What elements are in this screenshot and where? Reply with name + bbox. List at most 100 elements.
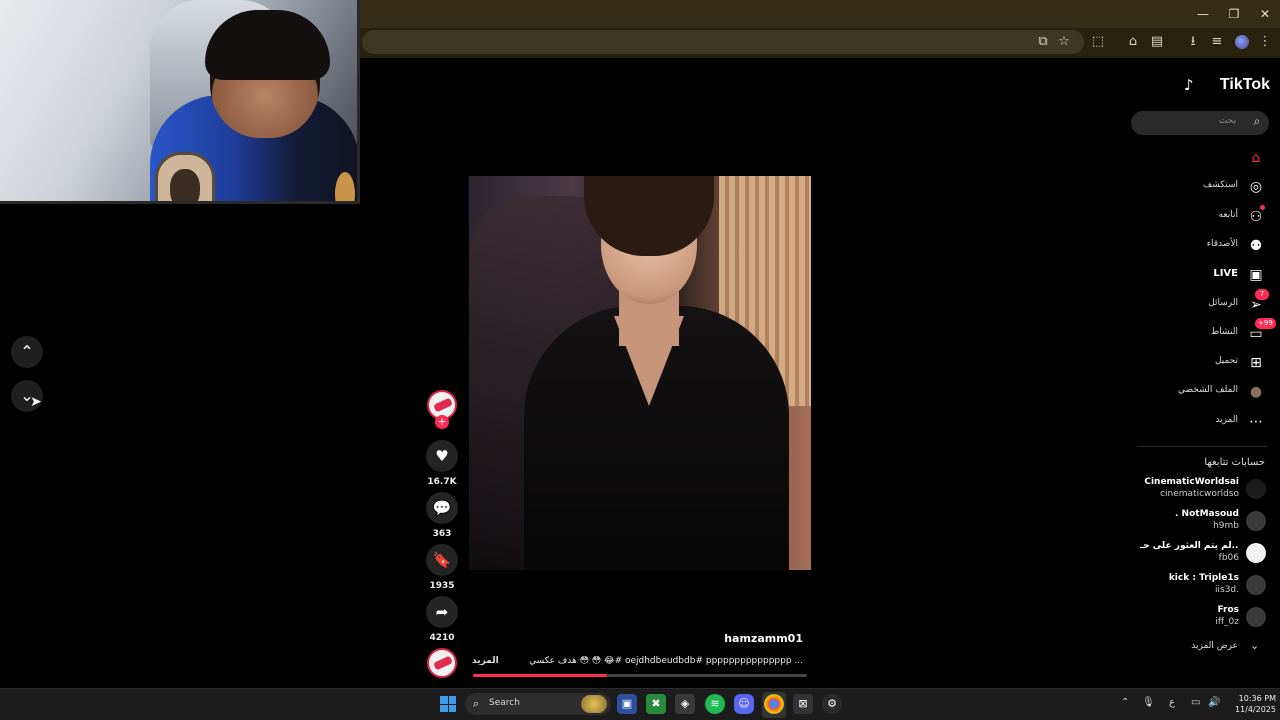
share-arrow-icon: ➦ xyxy=(435,603,449,621)
taskbar-search-icon: ⌕ xyxy=(473,697,480,710)
previous-video-button[interactable]: ⌃ xyxy=(11,336,43,368)
taskbar-search-label: Search xyxy=(489,698,520,708)
sidepanel-icon[interactable]: ▤ xyxy=(1148,33,1166,51)
microphone-icon[interactable]: 🎙 xyxy=(1142,697,1155,708)
unity-icon[interactable]: ◈ xyxy=(675,694,695,714)
sidebar-item-label: تحميل xyxy=(1214,356,1238,366)
taskbar-clock[interactable]: 10:36 PM 11/4/2025 xyxy=(1222,693,1276,715)
video-progress-bar[interactable] xyxy=(473,674,807,677)
share-count: 4210 xyxy=(429,633,455,643)
media-control-icon[interactable]: ≡ xyxy=(1208,33,1226,51)
sidebar-item-label: استكشف xyxy=(1202,180,1238,190)
following-account[interactable]: kick : Triple1s iis3d. xyxy=(1140,573,1270,599)
like-button[interactable]: ♥ xyxy=(426,440,458,472)
compass-icon: ◎ xyxy=(1249,179,1263,195)
home-icon: ⌂ xyxy=(1251,150,1261,166)
account-handle: cinematicworldso xyxy=(1160,489,1239,499)
profile-avatar-icon: ● xyxy=(1249,384,1263,400)
menu-kebab-icon[interactable]: ⋮ xyxy=(1256,33,1274,51)
post-username[interactable]: hamzamm01 xyxy=(600,632,803,645)
following-account[interactable]: CinematicWorldsai cinematicworldso xyxy=(1140,477,1270,503)
user-follow-icon: ⚇ xyxy=(1249,209,1263,225)
sidebar-item-label: الرسائل xyxy=(1208,298,1238,308)
install-app-icon[interactable]: ⧉ xyxy=(1034,33,1052,51)
extensions-icon[interactable]: ⬚ xyxy=(1089,33,1107,51)
cast-icon[interactable]: ⌂ xyxy=(1124,33,1142,51)
download-icon[interactable]: ⭳ xyxy=(1184,33,1202,51)
account-name: Fros xyxy=(1217,605,1239,615)
avatar xyxy=(1246,479,1266,499)
windows-taskbar xyxy=(0,688,1280,720)
music-disc-avatar[interactable] xyxy=(427,648,457,678)
close-button[interactable]: ✕ xyxy=(1250,4,1280,24)
notification-dot xyxy=(1260,205,1265,210)
sidebar-item-send[interactable]: الرسائل ➢ 7 xyxy=(1150,289,1270,317)
search-icon[interactable]: ⌕ xyxy=(1249,114,1265,130)
account-handle: iff_0z xyxy=(1215,617,1239,627)
sidebar-item-label: الأصدقاء xyxy=(1206,239,1238,249)
account-handle: h9mb xyxy=(1213,521,1239,531)
bookmark-star-icon[interactable]: ☆ xyxy=(1055,33,1073,51)
avatar xyxy=(1246,607,1266,627)
save-count: 1935 xyxy=(429,581,455,591)
avatar xyxy=(1246,575,1266,595)
notification-badge: 7 xyxy=(1255,289,1269,300)
sidebar-item-home[interactable]: ⌂ xyxy=(1150,146,1270,170)
sidebar-divider xyxy=(1137,446,1267,447)
profile-avatar[interactable] xyxy=(1235,35,1249,49)
friends-icon: ⚉ xyxy=(1249,238,1263,254)
file-explorer-icon[interactable]: ▣ xyxy=(617,694,637,714)
screen: — ❐ ✕ ⧉ ☆ ⬚ ⌂ ▤ ⭳ ≡ ⋮ ⌃ ⌄ ➤ + ♥ 16.7K 💬 … xyxy=(0,0,1280,720)
sidebar-item-user-follow[interactable]: أتابعه ⚇ xyxy=(1150,205,1270,229)
upload-icon: ⊞ xyxy=(1250,355,1262,371)
comment-count: 363 xyxy=(432,529,452,539)
address-bar[interactable] xyxy=(362,30,1084,54)
video-player[interactable] xyxy=(469,176,811,570)
account-name: kick : Triple1s xyxy=(1168,573,1239,583)
see-more-button[interactable]: عرض المزيد ⌄ xyxy=(1150,639,1270,657)
mouse-cursor-icon: ➤ xyxy=(30,394,42,410)
sidebar-item-activity[interactable]: النشاط ▭ +99 xyxy=(1150,318,1276,346)
share-button[interactable]: ➦ xyxy=(426,596,458,628)
following-title: حسابات تتابعها xyxy=(1204,457,1265,468)
sidebar-item-label: النشاط xyxy=(1210,327,1238,337)
account-name: . NotMasoud xyxy=(1175,509,1239,519)
video-subject-neckline xyxy=(614,316,684,406)
comment-icon: 💬 xyxy=(432,499,452,517)
follow-plus-button[interactable]: + xyxy=(435,415,449,429)
spotify-icon[interactable]: ≋ xyxy=(705,694,725,714)
following-account[interactable]: لم يتم العثور على حـ... fb06 xyxy=(1140,541,1270,567)
following-account[interactable]: Fros iff_0z xyxy=(1140,605,1270,631)
more-dots-icon: ⋯ xyxy=(1249,414,1263,430)
sidebar-item-friends[interactable]: الأصدقاء ⚉ xyxy=(1150,234,1270,258)
chrome-icon[interactable] xyxy=(764,694,784,714)
tray-overflow-icon[interactable]: ⌃ xyxy=(1121,697,1129,708)
caption-more-link[interactable]: المزيد xyxy=(472,656,512,666)
sidebar-item-more-dots[interactable]: المزيد ⋯ xyxy=(1150,410,1270,434)
like-count: 16.7K xyxy=(427,477,457,487)
discord-icon[interactable]: ☺ xyxy=(734,694,754,714)
steam-icon[interactable]: ⚙ xyxy=(822,694,842,714)
windows-start-icon[interactable] xyxy=(440,696,456,712)
heart-icon: ♥ xyxy=(435,447,449,465)
maximize-button[interactable]: ❐ xyxy=(1219,4,1249,24)
notification-badge: +99 xyxy=(1255,318,1276,329)
save-button[interactable]: 🔖 xyxy=(426,544,458,576)
sidebar-item-upload[interactable]: تحميل ⊞ xyxy=(1150,351,1270,375)
capture-app-icon[interactable]: ⊠ xyxy=(793,694,813,714)
minimize-button[interactable]: — xyxy=(1188,4,1218,24)
input-language[interactable]: ع xyxy=(1169,697,1175,708)
tiktok-logo[interactable]: TikTok xyxy=(1180,76,1270,98)
volume-icon[interactable]: 🔊 xyxy=(1208,697,1220,708)
sidebar-item-profile-avatar[interactable]: الملف الشخصي ● xyxy=(1150,380,1270,404)
comment-button[interactable]: 💬 xyxy=(426,492,458,524)
network-icon[interactable]: ▭ xyxy=(1191,697,1200,708)
xbox-app-icon[interactable]: ✖ xyxy=(646,694,666,714)
account-name: CinematicWorldsai xyxy=(1144,477,1239,487)
post-caption: هدف عكسي 😳 😳 😂# oejdhdbeudbdb# ppppppppp… xyxy=(529,656,803,666)
sidebar-item-compass[interactable]: استكشف ◎ xyxy=(1150,175,1270,199)
search-placeholder: بحث xyxy=(1218,116,1236,126)
sidebar-item-live[interactable]: LIVE ▣ xyxy=(1150,263,1270,287)
sidebar-item-label: المزيد xyxy=(1215,415,1238,425)
following-account[interactable]: . NotMasoud h9mb xyxy=(1140,509,1270,535)
